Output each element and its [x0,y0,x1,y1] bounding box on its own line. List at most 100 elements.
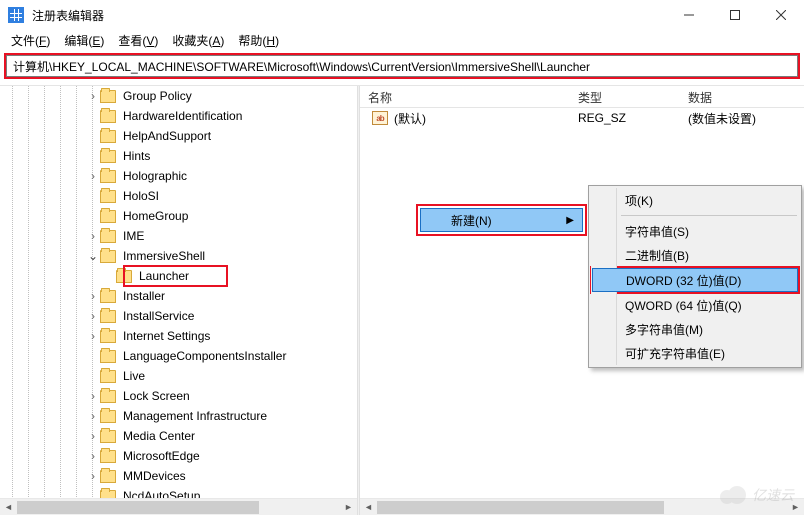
tree-item-homegroup[interactable]: HomeGroup [0,206,357,226]
tree-item-label: Hints [121,146,152,166]
tree-item-label: Holographic [121,166,189,186]
expand-toggle[interactable]: › [86,226,100,246]
string-value-icon: ab [372,111,388,125]
close-button[interactable] [758,0,804,30]
ctx-item-multistring[interactable]: 多字符串值(M) [591,317,799,341]
tree-item-launcher[interactable]: Launcher [0,266,357,286]
tree-item-holographic[interactable]: › Holographic [0,166,357,186]
menu-file[interactable]: 文件(F) [4,31,57,50]
context-menu-new[interactable]: 新建(N) ▶ [420,208,583,232]
folder-icon [100,150,116,163]
ctx-item-binary[interactable]: 二进制值(B) [591,243,799,267]
tree-item-installer[interactable]: › Installer [0,286,357,306]
tree-item-hints[interactable]: Hints [0,146,357,166]
tree-item-live[interactable]: Live [0,366,357,386]
submenu-arrow-icon: ▶ [566,215,574,226]
value-name: (默认) [394,110,426,127]
folder-icon [100,130,116,143]
ctx-separator [621,215,797,216]
tree-item-group-policy[interactable]: › Group Policy [0,86,357,106]
expand-toggle[interactable]: › [86,446,100,466]
tree-item-hardwareidentification[interactable]: HardwareIdentification [0,106,357,126]
expand-toggle[interactable]: › [86,426,100,446]
folder-icon [100,90,116,103]
ctx-item-qword[interactable]: QWORD (64 位)值(Q) [591,293,799,317]
folder-icon [100,110,116,123]
tree-hscrollbar[interactable]: ◄► [0,498,357,515]
folder-icon [100,310,116,323]
folder-icon [100,350,116,363]
col-data[interactable]: 数据 [680,86,804,107]
tree-item-label: Group Policy [121,86,194,106]
tree-item-immersiveshell[interactable]: ⌄ImmersiveShell [0,246,357,266]
expand-toggle[interactable]: › [86,286,100,306]
expand-toggle[interactable]: › [86,326,100,346]
titlebar: 注册表编辑器 [0,0,804,30]
tree-item-label: Lock Screen [121,386,192,406]
maximize-button[interactable] [712,0,758,30]
ctx-item-string[interactable]: 字符串值(S) [591,219,799,243]
folder-icon [100,170,116,183]
expand-toggle[interactable]: › [86,466,100,486]
folder-icon [100,410,116,423]
ctx-item-expandstring[interactable]: 可扩充字符串值(E) [591,341,799,365]
tree-item-label: LanguageComponentsInstaller [121,346,288,366]
values-panel[interactable]: 名称 类型 数据 ab (默认) REG_SZ (数值未设置) 新建(N) ▶ [360,86,804,515]
window-controls [666,0,804,30]
tree-item-label: HardwareIdentification [121,106,244,126]
cloud-icon [718,486,748,504]
folder-icon [116,270,132,283]
tree-item-label: Media Center [121,426,197,446]
menu-help[interactable]: 帮助(H) [231,31,286,50]
tree-item-label: HoloSI [121,186,161,206]
window-title: 注册表编辑器 [32,7,104,24]
expand-toggle[interactable]: ⌄ [86,246,100,266]
menu-edit[interactable]: 编辑(E) [57,31,111,50]
folder-icon [100,450,116,463]
minimize-button[interactable] [666,0,712,30]
tree-item-label: InstallService [121,306,196,326]
menu-view[interactable]: 查看(V) [111,31,165,50]
tree-item-label: Management Infrastructure [121,406,269,426]
tree-item-mmdevices[interactable]: › MMDevices [0,466,357,486]
tree-item-holosi[interactable]: HoloSI [0,186,357,206]
menu-favorites[interactable]: 收藏夹(A) [165,31,231,50]
value-data: (数值未设置) [680,110,804,127]
expand-toggle[interactable]: › [86,306,100,326]
tree-item-microsoftedge[interactable]: › MicrosoftEdge [0,446,357,466]
expand-toggle[interactable]: › [86,406,100,426]
tree-item-ime[interactable]: ›IME [0,226,357,246]
list-header: 名称 类型 数据 [360,86,804,108]
watermark: 亿速云 [718,485,794,505]
col-type[interactable]: 类型 [570,86,680,107]
tree-item-lock-screen[interactable]: › Lock Screen [0,386,357,406]
expand-toggle[interactable]: › [86,386,100,406]
folder-icon [100,210,116,223]
folder-icon [100,470,116,483]
tree-item-internet-settings[interactable]: ›Internet Settings [0,326,357,346]
tree-item-label: Installer [121,286,167,306]
address-bar[interactable]: 计算机\HKEY_LOCAL_MACHINE\SOFTWARE\Microsof… [6,55,798,77]
app-icon [8,7,24,23]
ctx-item-dword[interactable]: DWORD (32 位)值(D) [592,268,798,292]
tree-item-management-infrastructure[interactable]: › Management Infrastructure [0,406,357,426]
ctx-item-key[interactable]: 项(K) [591,188,799,212]
tree-item-languagecomponentsinstaller[interactable]: LanguageComponentsInstaller [0,346,357,366]
tree-panel[interactable]: › Group PolicyHardwareIdentificationHelpA… [0,86,357,515]
expand-toggle[interactable]: › [86,166,100,186]
tree-item-label: MicrosoftEdge [121,446,202,466]
col-name[interactable]: 名称 [360,86,570,107]
ctx-dword-highlight: DWORD (32 位)值(D) [590,266,800,294]
tree-item-label: Launcher [137,266,191,286]
context-new-highlight: 新建(N) ▶ [416,204,587,236]
tree-item-installservice[interactable]: › InstallService [0,306,357,326]
tree-item-media-center[interactable]: › Media Center [0,426,357,446]
tree-item-helpandsupport[interactable]: HelpAndSupport [0,126,357,146]
folder-icon [100,370,116,383]
folder-icon [100,430,116,443]
expand-toggle[interactable]: › [86,86,100,106]
folder-icon [100,290,116,303]
value-row-default[interactable]: ab (默认) REG_SZ (数值未设置) [360,108,804,128]
tree-item-label: MMDevices [121,466,188,486]
context-submenu-new: 项(K) 字符串值(S) 二进制值(B) DWORD (32 位)值(D) QW… [588,185,802,368]
